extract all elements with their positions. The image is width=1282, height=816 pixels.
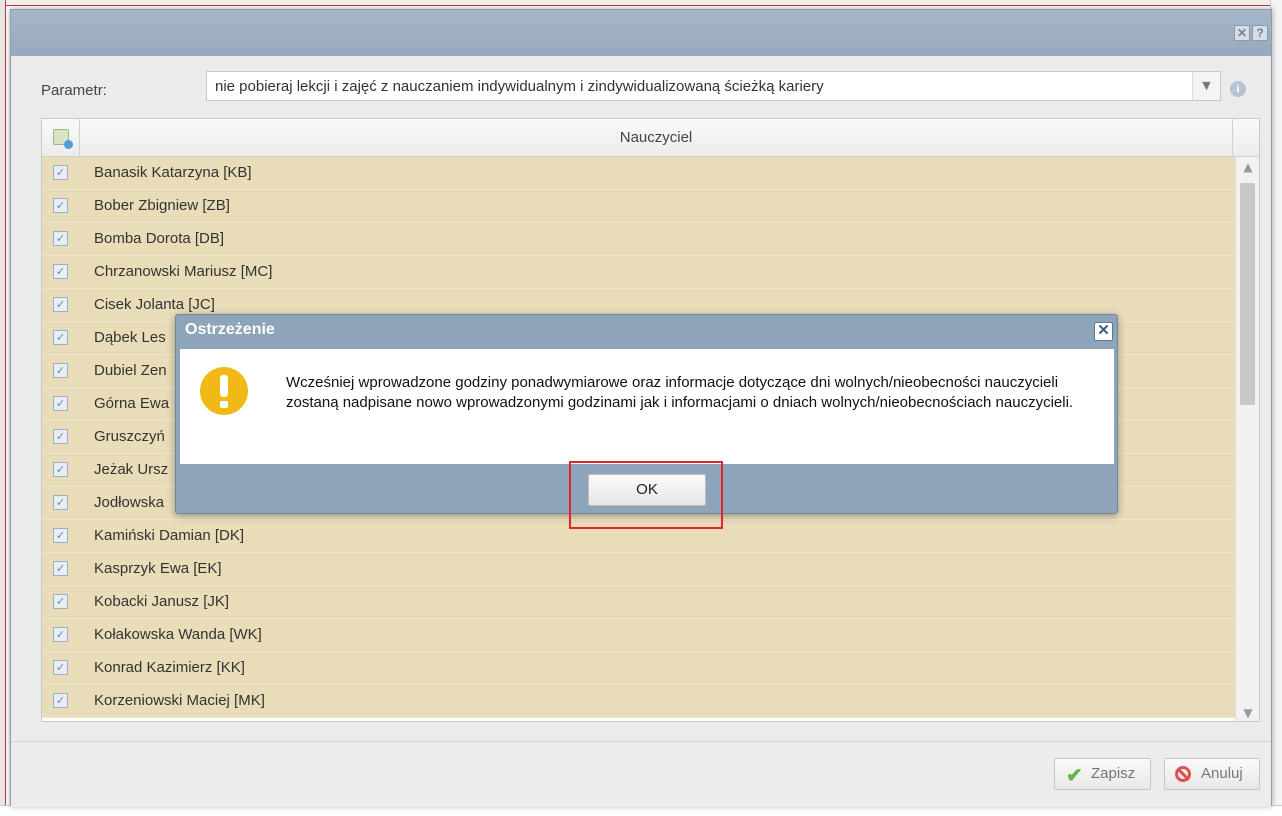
table-row[interactable]: ✓ Banasik Katarzyna [KB] — [42, 157, 1235, 190]
table-row[interactable]: ✓ Kasprzyk Ewa [EK] — [42, 553, 1235, 586]
teacher-name: Górna Ewa — [94, 395, 170, 412]
dialog-title: Ostrzeżenie — [185, 321, 275, 338]
row-checkbox[interactable]: ✓ — [53, 495, 68, 510]
teacher-name: Dąbek Les — [94, 329, 166, 346]
teacher-name: Gruszczyń — [94, 428, 165, 445]
scroll-down-icon[interactable]: ▼ — [1236, 703, 1259, 721]
row-checkbox[interactable]: ✓ — [53, 627, 68, 642]
window-header: ✕ ? — [11, 10, 1271, 56]
teacher-name: Bober Zbigniew [ZB] — [94, 197, 230, 214]
teacher-name: Konrad Kazimierz [KK] — [94, 659, 245, 676]
table-row[interactable]: ✓ Kołakowska Wanda [WK] — [42, 619, 1235, 652]
table-row[interactable]: ✓ Kobacki Janusz [JK] — [42, 586, 1235, 619]
teacher-name: Dubiel Zen — [94, 362, 167, 379]
column-header-teacher[interactable]: Nauczyciel — [80, 119, 1233, 156]
select-all-checkbox[interactable] — [42, 119, 80, 156]
row-checkbox[interactable]: ✓ — [53, 396, 68, 411]
parameter-row: Parametr: nie pobieraj lekcji i zajęć z … — [11, 56, 1271, 118]
row-checkbox[interactable]: ✓ — [53, 561, 68, 576]
row-checkbox[interactable]: ✓ — [53, 330, 68, 345]
dialog-body: Wcześniej wprowadzone godziny ponadwymia… — [180, 349, 1114, 464]
table-row[interactable]: ✓ Chrzanowski Mariusz [MC] — [42, 256, 1235, 289]
warning-icon — [200, 367, 248, 415]
table-row[interactable]: ✓ Kamiński Damian [DK] — [42, 520, 1235, 553]
table-row[interactable]: ✓ Bomba Dorota [DB] — [42, 223, 1235, 256]
teacher-name: Banasik Katarzyna [KB] — [94, 164, 252, 181]
background-left-edge — [0, 0, 6, 816]
chevron-down-icon[interactable]: ▼ — [1192, 72, 1220, 100]
ok-button[interactable]: OK — [588, 474, 706, 506]
window-footer: ✔ Zapisz Anuluj — [11, 741, 1271, 807]
teacher-name: Jodłowska — [94, 494, 165, 511]
table-row[interactable]: ✓ Korzeniowski Maciej [MK] — [42, 685, 1235, 718]
row-checkbox[interactable]: ✓ — [53, 693, 68, 708]
scroll-up-icon[interactable]: ▲ — [1236, 157, 1259, 177]
row-checkbox[interactable]: ✓ — [53, 231, 68, 246]
table-row[interactable]: ✓ Bober Zbigniew [ZB] — [42, 190, 1235, 223]
teacher-name: Chrzanowski Mariusz [MC] — [94, 263, 273, 280]
teacher-name: Korzeniowski Maciej [MK] — [94, 692, 265, 709]
teacher-name: Kasprzyk Ewa [EK] — [94, 560, 222, 577]
window-close-button[interactable]: ✕ — [1234, 25, 1250, 41]
select-all-icon — [53, 129, 73, 149]
dialog-close-button[interactable]: ✕ — [1094, 322, 1113, 341]
row-checkbox[interactable]: ✓ — [53, 198, 68, 213]
row-checkbox[interactable]: ✓ — [53, 165, 68, 180]
window-help-button[interactable]: ? — [1252, 25, 1268, 41]
teacher-name: Kobacki Janusz [JK] — [94, 593, 230, 610]
row-checkbox[interactable]: ✓ — [53, 264, 68, 279]
row-checkbox[interactable]: ✓ — [53, 363, 68, 378]
row-checkbox[interactable]: ✓ — [53, 528, 68, 543]
grid-header: Nauczyciel — [42, 119, 1259, 157]
row-checkbox[interactable]: ✓ — [53, 462, 68, 477]
warning-dialog: Ostrzeżenie ✕ Wcześniej wprowadzone godz… — [175, 314, 1118, 514]
teacher-name: Jeżak Ursz — [94, 461, 169, 478]
scrollbar-thumb[interactable] — [1240, 183, 1255, 405]
teacher-name: Cisek Jolanta [JC] — [94, 296, 215, 313]
row-checkbox[interactable]: ✓ — [53, 297, 68, 312]
teacher-name: Kamiński Damian [DK] — [94, 527, 245, 544]
table-row[interactable]: ✓ Konrad Kazimierz [KK] — [42, 652, 1235, 685]
row-checkbox[interactable]: ✓ — [53, 660, 68, 675]
cancel-button-label: Anuluj — [1201, 765, 1243, 782]
save-button-label: Zapisz — [1091, 765, 1136, 782]
save-button[interactable]: ✔ Zapisz — [1054, 758, 1151, 790]
background-top-edge — [0, 0, 1282, 6]
checkmark-icon: ✔ — [1066, 765, 1083, 787]
teacher-name: Kołakowska Wanda [WK] — [94, 626, 262, 643]
parameter-label: Parametr: — [41, 82, 107, 99]
row-checkbox[interactable]: ✓ — [53, 429, 68, 444]
info-icon[interactable]: i — [1230, 81, 1246, 97]
teacher-name: Bomba Dorota [DB] — [94, 230, 225, 247]
cancel-icon — [1175, 766, 1191, 782]
parameter-select-value: nie pobieraj lekcji i zajęć z nauczaniem… — [215, 78, 824, 95]
parameter-select[interactable]: nie pobieraj lekcji i zajęć z nauczaniem… — [206, 71, 1221, 101]
dialog-message: Wcześniej wprowadzone godziny ponadwymia… — [286, 374, 1074, 411]
row-checkbox[interactable]: ✓ — [53, 594, 68, 609]
grid-scrollbar[interactable]: ▲ ▼ — [1235, 157, 1259, 721]
cancel-button[interactable]: Anuluj — [1164, 758, 1260, 790]
